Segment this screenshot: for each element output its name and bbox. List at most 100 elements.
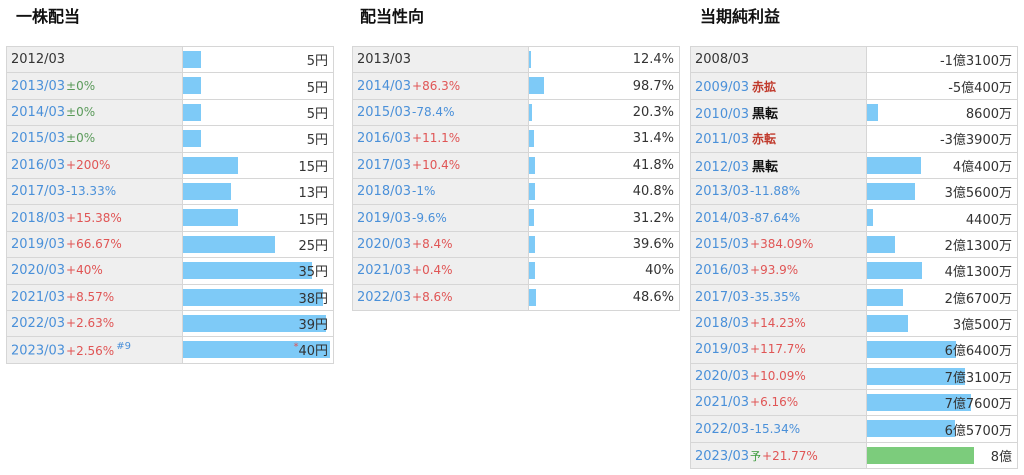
value-text: 40.8% — [633, 184, 674, 199]
table-row: 2018/03+15.38% 15円 — [6, 204, 334, 232]
year-link[interactable]: 2020/03 — [11, 263, 65, 278]
year-link[interactable]: 2014/03 — [11, 105, 65, 120]
year-link[interactable]: 2019/03 — [695, 342, 749, 357]
value-cell: 41.8% — [528, 151, 680, 179]
value-label: 5円 — [306, 80, 328, 96]
year-link[interactable]: 2018/03 — [695, 316, 749, 331]
change-percent: -1% — [412, 184, 436, 199]
table-row: 2022/03+8.6% 48.6% — [352, 283, 680, 311]
value-label: 3億5600万 — [944, 186, 1012, 202]
year-link[interactable]: 2018/03 — [11, 211, 65, 226]
value-label: 2億1300万 — [944, 238, 1012, 254]
value-label: 25円 — [298, 238, 328, 254]
note-link[interactable]: #9 — [116, 341, 131, 352]
year-link[interactable]: 2020/03 — [695, 369, 749, 384]
row-label: 2014/03-87.64% — [690, 204, 867, 232]
row-label: 2012/03 黒転 — [690, 151, 867, 179]
year-link[interactable]: 2015/03 — [357, 105, 411, 120]
value-text: 5円 — [307, 54, 328, 69]
table-row: 2010/03 黒転 8600万 — [690, 98, 1018, 127]
row-label: 2012/03 — [6, 45, 183, 74]
value-cell: 8億 — [866, 441, 1018, 470]
year-link[interactable]: 2011/03 — [695, 132, 749, 147]
value-bar — [529, 103, 532, 121]
value-bar — [183, 235, 275, 253]
value-label: 40.8% — [632, 184, 674, 200]
value-text: 8600万 — [966, 107, 1012, 122]
value-cell: 39.6% — [528, 230, 680, 259]
value-cell: 20.3% — [528, 98, 680, 127]
year-link[interactable]: 2013/03 — [695, 184, 749, 199]
value-cell: 4億400万 — [866, 151, 1018, 179]
value-bar — [183, 182, 231, 200]
value-label: 20.3% — [632, 104, 674, 120]
year-link[interactable]: 2021/03 — [11, 290, 65, 305]
row-label: 2011/03 赤転 — [690, 125, 867, 153]
year-link[interactable]: 2015/03 — [11, 131, 65, 146]
year-link[interactable]: 2016/03 — [357, 131, 411, 146]
year-link[interactable]: 2018/03 — [357, 184, 411, 199]
value-bar — [867, 341, 956, 359]
row-label: 2014/03±0% — [6, 98, 183, 127]
value-cell: 13円 — [182, 177, 334, 206]
year-link[interactable]: 2022/03 — [695, 422, 749, 437]
change-percent: ±0% — [66, 78, 96, 93]
value-bar — [867, 314, 908, 332]
year-link[interactable]: 2014/03 — [695, 211, 749, 226]
year-link[interactable]: 2019/03 — [357, 211, 411, 226]
value-text: 25円 — [298, 239, 328, 254]
value-cell: 15円 — [182, 151, 334, 179]
change-percent: -15.34% — [750, 421, 801, 436]
value-label: 39.6% — [632, 236, 674, 252]
table-row: 2015/03-78.4% 20.3% — [352, 98, 680, 127]
value-text: -1億3100万 — [940, 54, 1012, 69]
year-link[interactable]: 2023/03 — [695, 449, 749, 464]
value-text: 3億500万 — [953, 318, 1012, 333]
value-bar — [867, 262, 922, 280]
value-label: 41.8% — [632, 157, 674, 173]
year-link[interactable]: 2010/03 — [695, 107, 749, 122]
year-link[interactable]: 2023/03 — [11, 344, 65, 359]
row-label: 2021/03+6.16% — [690, 389, 867, 417]
year-link[interactable]: 2013/03 — [11, 79, 65, 94]
value-cell: 15円 — [182, 204, 334, 232]
change-percent: +93.9% — [750, 263, 799, 278]
value-bar — [867, 235, 895, 253]
value-cell: 6億5700万 — [866, 415, 1018, 443]
year-link[interactable]: 2020/03 — [357, 237, 411, 252]
year-link[interactable]: 2017/03 — [357, 158, 411, 173]
panel-title: 配当性向 — [360, 7, 425, 26]
year-link[interactable]: 2019/03 — [11, 237, 65, 252]
value-cell: -5億400万 — [866, 72, 1018, 100]
table-row: 2017/03-35.35% 2億6700万 — [690, 283, 1018, 311]
table-row: 2018/03-1% 40.8% — [352, 177, 680, 206]
table-row: 2014/03+86.3% 98.7% — [352, 72, 680, 100]
change-percent: +86.3% — [412, 78, 461, 93]
year-link[interactable]: 2022/03 — [11, 316, 65, 331]
year-link[interactable]: 2012/03 — [695, 160, 749, 175]
year-link[interactable]: 2021/03 — [357, 263, 411, 278]
year-link[interactable]: 2016/03 — [11, 158, 65, 173]
value-cell: 4400万 — [866, 204, 1018, 232]
table-row: 2013/03 12.4% — [352, 45, 680, 74]
year-link[interactable]: 2021/03 — [695, 395, 749, 410]
row-label: 2018/03+14.23% — [690, 309, 867, 338]
value-bar — [867, 209, 873, 227]
row-label: 2017/03-13.33% — [6, 177, 183, 206]
table-row: 2019/03+117.7% 6億6400万 — [690, 336, 1018, 364]
value-bar — [529, 288, 536, 306]
year-link[interactable]: 2016/03 — [695, 263, 749, 278]
row-label: 2020/03+10.09% — [690, 362, 867, 391]
year-link[interactable]: 2017/03 — [11, 184, 65, 199]
status-tag: 黒転 — [752, 159, 779, 175]
year-link[interactable]: 2017/03 — [695, 290, 749, 305]
year-link[interactable]: 2022/03 — [357, 290, 411, 305]
value-label: 39円 — [298, 318, 328, 334]
value-text: 7億3100万 — [945, 371, 1012, 386]
change-percent: +21.77% — [762, 448, 818, 463]
year-link[interactable]: 2015/03 — [695, 237, 749, 252]
value-text: 20.3% — [633, 105, 674, 120]
year-link[interactable]: 2014/03 — [357, 79, 411, 94]
value-bar — [529, 262, 535, 280]
year-link[interactable]: 2009/03 — [695, 80, 749, 95]
